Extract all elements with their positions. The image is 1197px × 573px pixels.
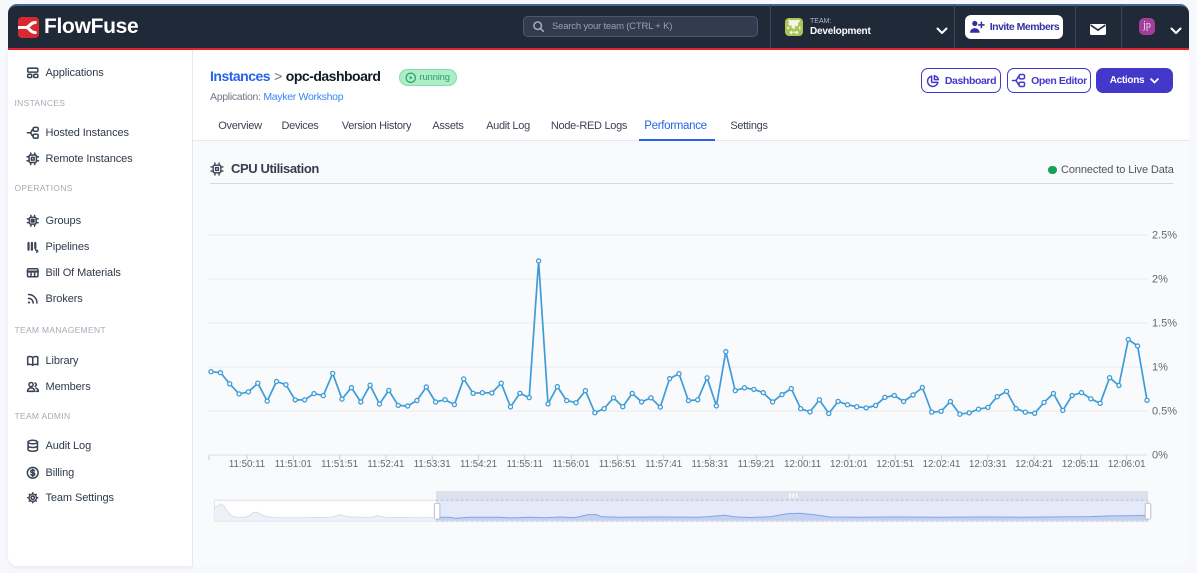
- svg-text:11:58:31: 11:58:31: [692, 459, 729, 470]
- svg-text:0%: 0%: [1152, 450, 1168, 462]
- svg-text:2%: 2%: [1152, 274, 1168, 286]
- svg-text:11:51:01: 11:51:01: [275, 459, 312, 470]
- svg-text:11:52:41: 11:52:41: [367, 459, 404, 470]
- svg-text:11:59:21: 11:59:21: [738, 459, 775, 470]
- svg-text:11:56:01: 11:56:01: [553, 459, 590, 470]
- svg-text:11:57:41: 11:57:41: [645, 459, 682, 470]
- svg-text:12:03:31: 12:03:31: [969, 459, 1007, 470]
- svg-text:11:51:51: 11:51:51: [321, 459, 358, 470]
- svg-text:11:50:11: 11:50:11: [229, 459, 265, 470]
- svg-text:2.5%: 2.5%: [1152, 230, 1177, 242]
- svg-text:12:02:41: 12:02:41: [923, 459, 961, 470]
- svg-text:11:54:21: 11:54:21: [460, 459, 497, 470]
- svg-text:12:00:11: 12:00:11: [784, 459, 821, 470]
- svg-text:12:01:01: 12:01:01: [830, 459, 868, 470]
- svg-text:1.5%: 1.5%: [1152, 318, 1177, 330]
- svg-text:12:06:01: 12:06:01: [1108, 459, 1146, 470]
- svg-text:12:01:51: 12:01:51: [876, 459, 914, 470]
- svg-text:12:04:21: 12:04:21: [1015, 459, 1053, 470]
- svg-text:11:55:11: 11:55:11: [507, 459, 543, 470]
- svg-text:0.5%: 0.5%: [1152, 406, 1177, 418]
- svg-text:1%: 1%: [1152, 362, 1168, 374]
- svg-text:12:05:11: 12:05:11: [1062, 459, 1099, 470]
- svg-text:11:53:31: 11:53:31: [414, 459, 451, 470]
- svg-text:11:56:51: 11:56:51: [599, 459, 636, 470]
